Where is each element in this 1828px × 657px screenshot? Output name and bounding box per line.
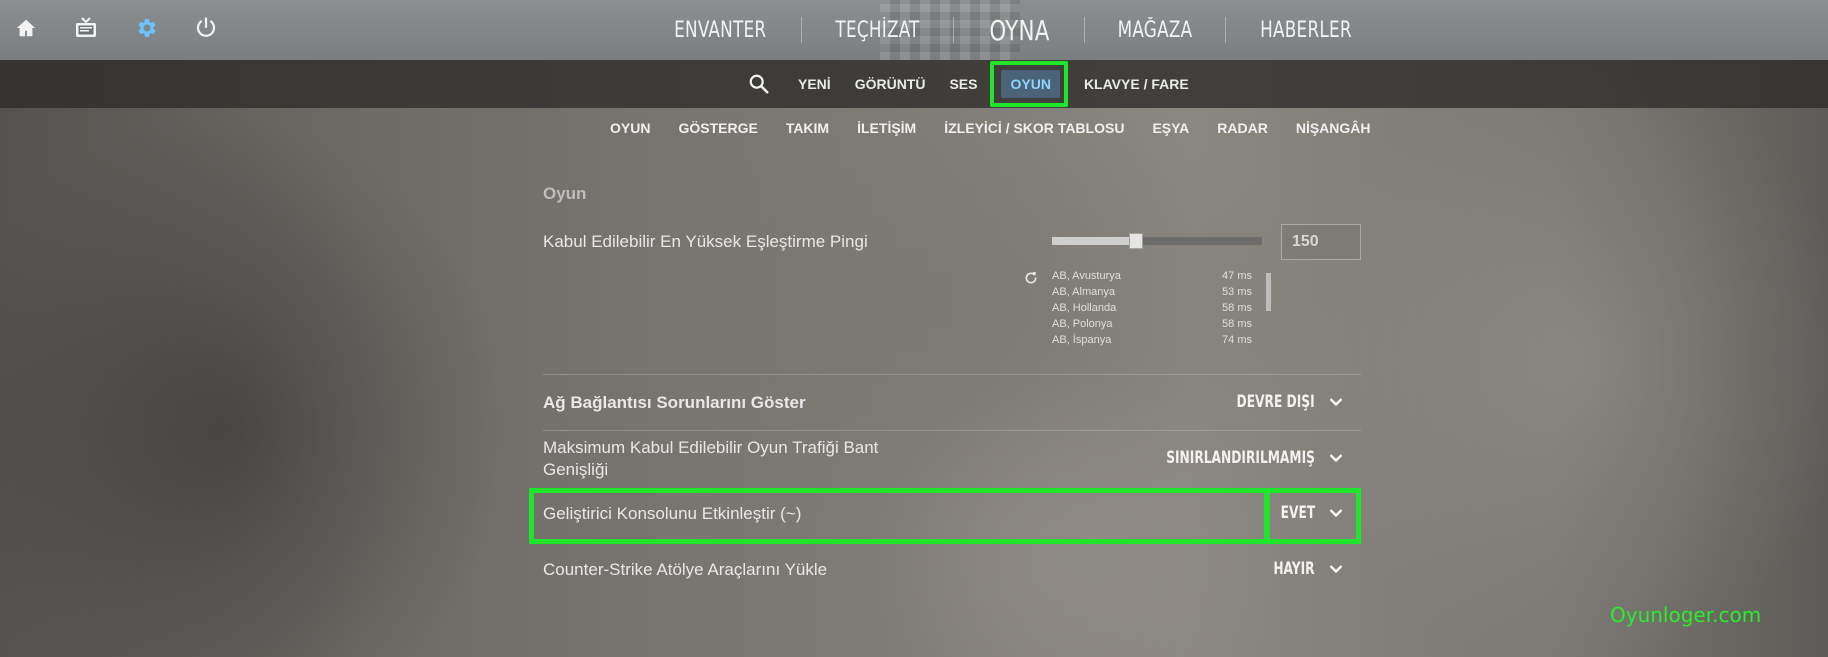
gear-icon[interactable] <box>130 12 162 44</box>
setting-label: Ağ Bağlantısı Sorunlarını Göster <box>543 393 806 412</box>
nav-store[interactable]: MAĞAZA <box>1096 18 1215 43</box>
max-ping-label: Kabul Edilebilir En Yüksek Eşleştirme Pi… <box>543 232 868 251</box>
setting-value: DEVRE DIŞI <box>1236 392 1315 412</box>
section-spectator-scoreboard[interactable]: İZLEYİCİ / SKOR TABLOSU <box>930 120 1138 136</box>
game-section-tabs: OYUN GÖSTERGE TAKIM İLETİŞİM İZLEYİCİ / … <box>596 108 1385 148</box>
nav-separator <box>1225 17 1227 43</box>
slider-fill <box>1052 237 1136 245</box>
section-item[interactable]: EŞYA <box>1138 120 1203 136</box>
server-list-scrollbar[interactable] <box>1266 273 1271 311</box>
server-ping: 58 ms <box>1222 318 1252 330</box>
setting-dropdown[interactable]: SINIRLANDIRILMAMIŞ <box>1129 448 1343 468</box>
refresh-icon[interactable] <box>1023 270 1043 290</box>
chevron-down-icon <box>1329 398 1343 407</box>
tv-icon[interactable] <box>70 12 102 44</box>
search-icon[interactable] <box>748 60 786 108</box>
server-ping-row: AB, Polonya 58 ms <box>1052 318 1252 334</box>
top-bar: ENVANTER TEÇHİZAT OYNA MAĞAZA HABERLER <box>0 0 1828 60</box>
setting-row-network-issues: Ağ Bağlantısı Sorunlarını Göster DEVRE D… <box>543 374 1361 430</box>
max-ping-slider[interactable] <box>1052 233 1262 249</box>
setting-dropdown[interactable]: HAYIR <box>1263 559 1343 579</box>
settings-category-bar: YENİ GÖRÜNTÜ SES OYUN KLAVYE / FARE <box>0 60 1828 108</box>
server-ping: 53 ms <box>1222 286 1252 298</box>
server-ping: 47 ms <box>1222 270 1252 282</box>
max-ping-input[interactable] <box>1281 224 1361 260</box>
section-crosshair[interactable]: NİŞANGÂH <box>1282 120 1385 136</box>
server-ping: 74 ms <box>1222 334 1252 346</box>
setting-label: Counter-Strike Atölye Araçlarını Yükle <box>543 560 828 579</box>
section-hud[interactable]: GÖSTERGE <box>664 120 771 136</box>
nav-loadout[interactable]: TEÇHİZAT <box>813 18 941 43</box>
section-communication[interactable]: İLETİŞİM <box>843 120 930 136</box>
main-nav: ENVANTER TEÇHİZAT OYNA MAĞAZA HABERLER <box>640 0 1386 60</box>
setting-row-bandwidth: Maksimum Kabul Edilebilir Oyun Trafiği B… <box>543 430 1361 486</box>
setting-dropdown[interactable]: DEVRE DIŞI <box>1217 392 1343 412</box>
tab-game[interactable]: OYUN <box>989 60 1071 108</box>
power-icon[interactable] <box>190 12 222 44</box>
dev-console-value-highlight <box>1265 488 1361 544</box>
server-ping-row: AB, Avusturya 47 ms <box>1052 270 1252 286</box>
server-name: AB, Polonya <box>1052 318 1113 330</box>
server-name: AB, Almanya <box>1052 286 1115 298</box>
watermark: Oyunloger.com <box>1610 603 1762 627</box>
section-game[interactable]: OYUN <box>596 120 664 136</box>
left-icon-group <box>10 12 222 44</box>
setting-value: SINIRLANDIRILMAMIŞ <box>1166 448 1315 468</box>
section-team[interactable]: TAKIM <box>772 120 843 136</box>
section-title: Oyun <box>543 184 587 203</box>
chevron-down-icon <box>1329 565 1343 574</box>
server-ping-row: AB, Almanya 53 ms <box>1052 286 1252 302</box>
nav-inventory[interactable]: ENVANTER <box>652 18 788 43</box>
server-ping-row: AB, İspanya 74 ms <box>1052 334 1252 350</box>
server-name: AB, Hollanda <box>1052 302 1117 314</box>
server-ping: 58 ms <box>1222 302 1252 314</box>
dev-console-label-highlight <box>529 488 1269 544</box>
settings-category-tabs: YENİ GÖRÜNTÜ SES OYUN KLAVYE / FARE <box>748 60 1201 108</box>
tab-new[interactable]: YENİ <box>786 60 843 108</box>
nav-news[interactable]: HABERLER <box>1238 18 1374 43</box>
section-radar[interactable]: RADAR <box>1203 120 1282 136</box>
server-name: AB, İspanya <box>1052 334 1112 346</box>
nav-separator <box>1084 17 1086 43</box>
nav-play[interactable]: OYNA <box>963 14 1074 47</box>
home-icon[interactable] <box>10 12 42 44</box>
slider-thumb[interactable] <box>1129 233 1143 249</box>
tab-video[interactable]: GÖRÜNTÜ <box>843 60 938 108</box>
chevron-down-icon <box>1329 454 1343 463</box>
setting-label: Maksimum Kabul Edilebilir Oyun Trafiği B… <box>543 438 879 479</box>
nav-separator <box>800 17 802 43</box>
setting-value: HAYIR <box>1273 559 1315 579</box>
tab-keyboard-mouse[interactable]: KLAVYE / FARE <box>1072 60 1201 108</box>
tab-game-highlight <box>990 61 1069 107</box>
server-ping-row: AB, Hollanda 58 ms <box>1052 302 1252 318</box>
server-name: AB, Avusturya <box>1052 270 1121 282</box>
setting-row-workshop-tools: Counter-Strike Atölye Araçlarını Yükle H… <box>543 542 1361 598</box>
server-ping-list: AB, Avusturya 47 ms AB, Almanya 53 ms AB, Ho… <box>1052 270 1252 350</box>
tab-audio[interactable]: SES <box>937 60 989 108</box>
nav-separator <box>952 17 954 43</box>
